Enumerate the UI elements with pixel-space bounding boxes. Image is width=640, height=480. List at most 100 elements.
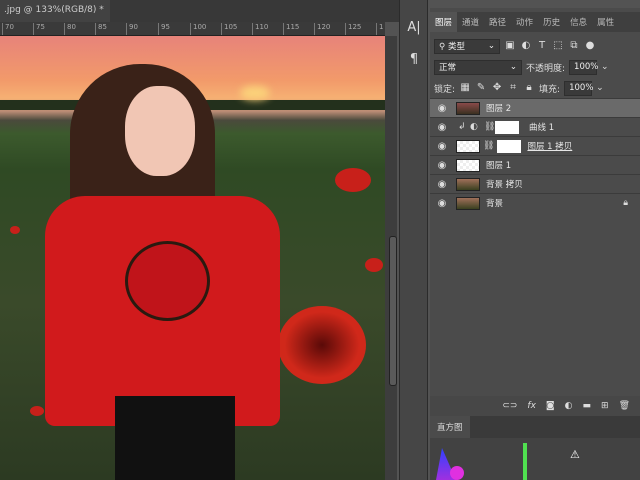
visibility-eye-icon[interactable]: ◉ xyxy=(430,198,454,209)
face xyxy=(125,86,195,176)
layer-row[interactable]: ◉ 背景 🔒︎ xyxy=(430,193,640,212)
tab-properties[interactable]: 属性 xyxy=(592,12,619,32)
ruler-tick: 70 xyxy=(2,23,14,35)
link-layers-icon[interactable]: ⊂⊃ xyxy=(502,401,517,411)
new-layer-icon[interactable]: ⊞ xyxy=(601,401,609,411)
layer-row[interactable]: ◉ ⛓ 图层 1 拷贝 xyxy=(430,136,640,155)
layer-thumbnail xyxy=(456,101,480,115)
tab-history[interactable]: 历史 xyxy=(538,12,565,32)
lock-image-icon[interactable]: ✎ xyxy=(475,82,487,94)
lock-all-icon[interactable]: 🔒︎ xyxy=(523,82,535,94)
ruler-tick: 85 xyxy=(95,23,107,35)
layer-thumbnail xyxy=(456,196,480,210)
ruler-tick: 105 xyxy=(221,23,237,35)
blend-mode-value: 正常 xyxy=(439,63,457,73)
blend-row: 正常 ⌄ 不透明度: 100% ⌄ xyxy=(430,57,640,77)
layers-panel-toolbar: ⊂⊃ fx ◙ ◐ ▬ ⊞ 🗑︎ xyxy=(430,396,640,416)
layer-name: 背景 拷贝 xyxy=(486,180,523,190)
tab-info[interactable]: 信息 xyxy=(565,12,592,32)
histogram-magenta xyxy=(450,466,464,480)
filter-row: ⚲ 类型 ⌄ ▣ ◐ T ⬚ ⧉ ● xyxy=(430,36,640,56)
blend-mode-select[interactable]: 正常 ⌄ xyxy=(434,59,522,75)
histogram-green-spike xyxy=(523,443,527,480)
layer-row[interactable]: ◉ ↲ ◐ ⛓ 曲线 1 xyxy=(430,117,640,136)
poppy-flower xyxy=(30,406,44,416)
vertical-scrollbar[interactable] xyxy=(385,36,397,480)
cache-warning-icon[interactable]: ⚠ xyxy=(570,448,580,461)
layer-name: 曲线 1 xyxy=(529,123,555,133)
poppy-flower xyxy=(278,306,366,384)
tab-paths[interactable]: 路径 xyxy=(484,12,511,32)
histogram-tab-bar: 直方图 xyxy=(430,416,640,438)
layer-name: 图层 2 xyxy=(486,104,512,114)
tab-channels[interactable]: 通道 xyxy=(457,12,484,32)
pixel-filter-icon[interactable]: ▣ xyxy=(504,40,516,52)
layer-name: 图层 1 xyxy=(486,161,512,171)
horizontal-ruler: 70 75 80 85 90 95 100 105 110 115 120 12… xyxy=(0,22,385,36)
lock-position-icon[interactable]: ✥ xyxy=(491,82,503,94)
ruler-tick: 120 xyxy=(314,23,330,35)
ruler-tick: 80 xyxy=(64,23,76,35)
visibility-eye-icon[interactable]: ◉ xyxy=(430,122,454,133)
chevron-down-icon: ⌄ xyxy=(509,62,517,72)
ruler-tick: 110 xyxy=(252,23,268,35)
poppy-flower xyxy=(365,258,383,272)
new-adjustment-icon[interactable]: ◐ xyxy=(565,401,573,411)
ruler-tick: 115 xyxy=(283,23,299,35)
layer-row[interactable]: ◉ 图层 1 xyxy=(430,155,640,174)
link-chain-icon: ⛓ xyxy=(483,141,495,151)
layer-mask-thumbnail[interactable] xyxy=(497,139,522,153)
paragraph-panel-button[interactable]: ¶ xyxy=(404,50,424,70)
poppy-flower xyxy=(335,168,371,192)
character-panel-button[interactable]: A| xyxy=(404,18,424,38)
tab-layers[interactable]: 图层 xyxy=(430,12,458,32)
ruler-tick: 125 xyxy=(345,23,361,35)
filter-toggle-icon[interactable]: ● xyxy=(584,40,596,52)
ruler-tick: 75 xyxy=(33,23,45,35)
layer-row[interactable]: ◉ 图层 2 xyxy=(430,98,640,117)
layer-mask-thumbnail[interactable] xyxy=(495,120,519,134)
fill-label: 填充: xyxy=(539,84,561,95)
lock-transparent-icon[interactable]: ▦ xyxy=(459,82,471,94)
filter-kind-select[interactable]: ⚲ 类型 ⌄ xyxy=(434,38,500,54)
fill-dropdown-icon[interactable]: ⌄ xyxy=(596,83,604,93)
lock-label: 锁定: xyxy=(434,84,456,95)
poppy-flower xyxy=(10,226,20,234)
shirt-logo xyxy=(125,241,210,321)
layers-panel: 图层 通道 路径 动作 历史 信息 属性 ⚲ 类型 ⌄ ▣ ◐ T ⬚ ⧉ ● 正… xyxy=(430,8,640,408)
layer-thumbnail xyxy=(456,158,480,172)
shape-filter-icon[interactable]: ⬚ xyxy=(552,40,564,52)
new-group-icon[interactable]: ▬ xyxy=(583,401,592,411)
ruler-tick: 1 xyxy=(376,23,383,35)
clip-arrow-icon: ↲ xyxy=(458,122,466,132)
fill-input[interactable]: 100% xyxy=(564,80,593,96)
scrollbar-thumb[interactable] xyxy=(389,236,397,386)
histogram-panel: ⚠ xyxy=(430,438,640,480)
lock-icon: 🔒︎ xyxy=(623,198,628,208)
layer-row[interactable]: ◉ 背景 拷贝 xyxy=(430,174,640,193)
visibility-eye-icon[interactable]: ◉ xyxy=(430,103,454,114)
chevron-down-icon: ⌄ xyxy=(487,41,495,51)
document-canvas[interactable] xyxy=(0,36,385,480)
visibility-eye-icon[interactable]: ◉ xyxy=(430,160,454,171)
tab-actions[interactable]: 动作 xyxy=(511,12,538,32)
lock-artboard-icon[interactable]: ⌗ xyxy=(507,82,519,94)
type-filter-icon[interactable]: T xyxy=(536,40,548,52)
layer-name: 图层 1 拷贝 xyxy=(527,142,573,152)
smart-object-filter-icon[interactable]: ⧉ xyxy=(568,40,580,52)
layer-name: 背景 xyxy=(486,199,504,209)
opacity-dropdown-icon[interactable]: ⌄ xyxy=(601,62,609,72)
opacity-input[interactable]: 100% xyxy=(569,59,598,75)
visibility-eye-icon[interactable]: ◉ xyxy=(430,179,454,190)
tab-histogram[interactable]: 直方图 xyxy=(430,416,470,438)
delete-layer-icon[interactable]: 🗑︎ xyxy=(619,401,630,411)
visibility-eye-icon[interactable]: ◉ xyxy=(430,141,454,152)
document-tab[interactable]: .jpg @ 133%(RGB/8) *× xyxy=(0,0,117,22)
sun-glow xyxy=(240,86,270,100)
panel-tabs: 图层 通道 路径 动作 历史 信息 属性 xyxy=(430,12,640,32)
ruler-tick: 95 xyxy=(158,23,170,35)
opacity-label: 不透明度: xyxy=(526,63,566,74)
fx-icon[interactable]: fx xyxy=(527,401,536,411)
adjustment-filter-icon[interactable]: ◐ xyxy=(520,40,532,52)
add-mask-icon[interactable]: ◙ xyxy=(546,401,555,411)
